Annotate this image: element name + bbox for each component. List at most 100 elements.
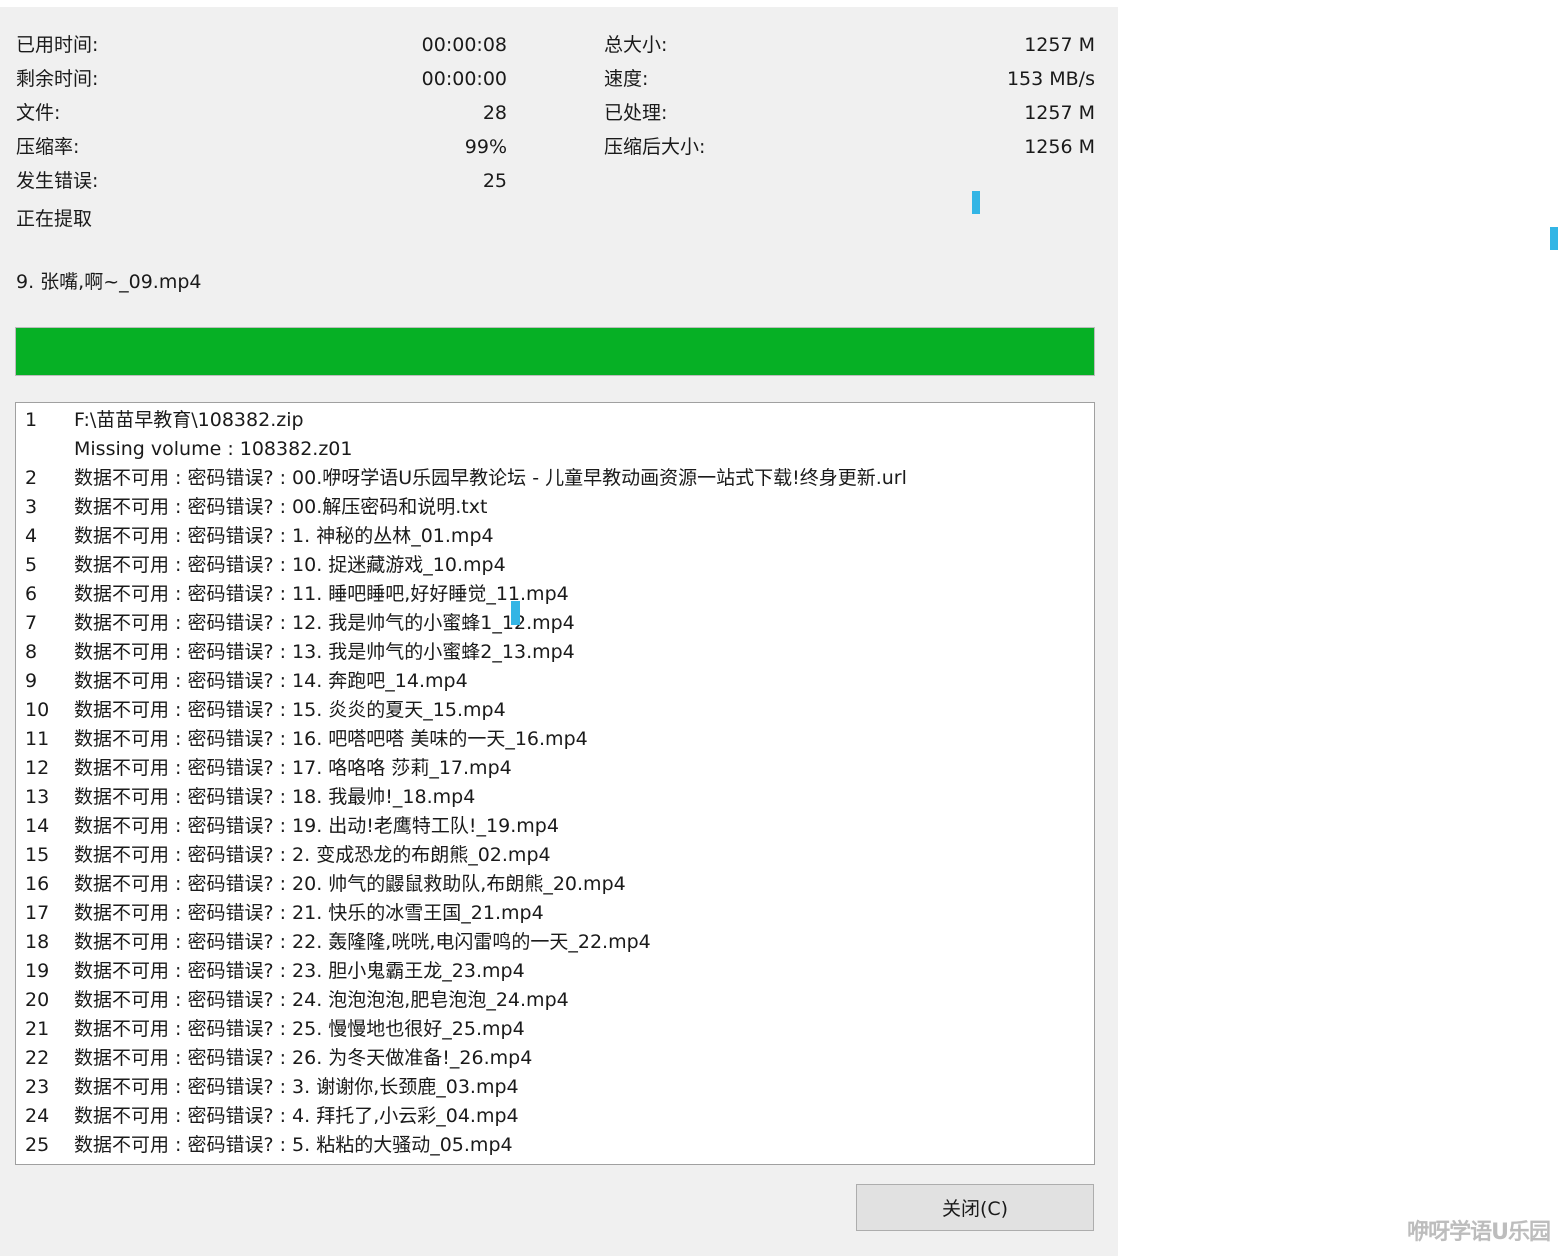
log-row-message: 数据不可用 : 密码错误? : 1. 神秘的丛林_01.mp4 xyxy=(74,525,494,547)
files-label: 文件: xyxy=(16,102,61,124)
log-row-message: 数据不可用 : 密码错误? : 4. 拜托了,小云彩_04.mp4 xyxy=(74,1105,519,1127)
log-row-message: 数据不可用 : 密码错误? : 25. 慢慢地也很好_25.mp4 xyxy=(74,1018,525,1040)
log-row: 18 数据不可用 : 密码错误? : 22. 轰隆隆,咣咣,电闪雷鸣的一天_22.… xyxy=(16,928,1094,957)
log-row-number: 24 xyxy=(25,1105,50,1127)
log-row: Missing volume : 108382.z01 xyxy=(16,435,1094,464)
text-caret-marker xyxy=(511,601,520,625)
log-row-message: 数据不可用 : 密码错误? : 20. 帅气的鼹鼠救助队,布朗熊_20.mp4 xyxy=(74,873,626,895)
log-row-number: 25 xyxy=(25,1134,50,1156)
log-row-message: 数据不可用 : 密码错误? : 15. 炎炎的夏天_15.mp4 xyxy=(74,699,506,721)
log-row-message: 数据不可用 : 密码错误? : 14. 奔跑吧_14.mp4 xyxy=(74,670,468,692)
log-row-number: 13 xyxy=(25,786,50,808)
operation-status: 正在提取 xyxy=(16,208,93,230)
error-log-list[interactable]: 1 F:\苗苗早教育\108382.zip Missing volume : 108… xyxy=(15,402,1095,1165)
log-row-number: 15 xyxy=(25,844,50,866)
log-row: 2 数据不可用 : 密码错误? : 00.咿呀学语U乐园早教论坛 - 儿童早教动画… xyxy=(16,464,1094,493)
log-row: 21 数据不可用 : 密码错误? : 25. 慢慢地也很好_25.mp4 xyxy=(16,1015,1094,1044)
log-row: 25 数据不可用 : 密码错误? : 5. 粘粘的大骚动_05.mp4 xyxy=(16,1131,1094,1160)
log-row-message: 数据不可用 : 密码错误? : 23. 胆小鬼霸王龙_23.mp4 xyxy=(74,960,525,982)
log-row: 22 数据不可用 : 密码错误? : 26. 为冬天做准备!_26.mp4 xyxy=(16,1044,1094,1073)
log-rows: 1 F:\苗苗早教育\108382.zip Missing volume : 108… xyxy=(16,406,1094,1160)
log-row: 11 数据不可用 : 密码错误? : 16. 吧嗒吧嗒 美味的一天_16.mp4 xyxy=(16,725,1094,754)
log-row: 1 F:\苗苗早教育\108382.zip xyxy=(16,406,1094,435)
log-row-number: 21 xyxy=(25,1018,50,1040)
log-row-message: 数据不可用 : 密码错误? : 5. 粘粘的大骚动_05.mp4 xyxy=(74,1134,513,1156)
log-row-message: 数据不可用 : 密码错误? : 26. 为冬天做准备!_26.mp4 xyxy=(74,1047,533,1069)
log-row: 9 数据不可用 : 密码错误? : 14. 奔跑吧_14.mp4 xyxy=(16,667,1094,696)
log-row-message: 数据不可用 : 密码错误? : 24. 泡泡泡泡,肥皂泡泡_24.mp4 xyxy=(74,989,569,1011)
packed-size-label: 压缩后大小: xyxy=(604,136,706,158)
errors-value: 25 xyxy=(482,170,507,192)
log-row-number: 20 xyxy=(25,989,50,1011)
compression-ratio-label: 压缩率: xyxy=(16,136,80,158)
packed-size-value: 1256 M xyxy=(1024,136,1095,158)
speed-value: 153 MB/s xyxy=(1006,68,1095,90)
log-row-message: F:\苗苗早教育\108382.zip xyxy=(74,409,304,431)
log-row-message: 数据不可用 : 密码错误? : 00.咿呀学语U乐园早教论坛 - 儿童早教动画资… xyxy=(74,467,907,489)
log-row-number: 7 xyxy=(25,612,38,634)
log-row: 16 数据不可用 : 密码错误? : 20. 帅气的鼹鼠救助队,布朗熊_20.mp… xyxy=(16,870,1094,899)
log-row-message: 数据不可用 : 密码错误? : 21. 快乐的冰雪王国_21.mp4 xyxy=(74,902,544,924)
watermark-logo: 咿呀学语U乐园 xyxy=(1407,1220,1551,1245)
processed-value: 1257 M xyxy=(1024,102,1095,124)
log-row-number: 6 xyxy=(25,583,38,605)
log-row-message: 数据不可用 : 密码错误? : 10. 捉迷藏游戏_10.mp4 xyxy=(74,554,506,576)
log-row-number: 23 xyxy=(25,1076,50,1098)
log-row: 23 数据不可用 : 密码错误? : 3. 谢谢你,长颈鹿_03.mp4 xyxy=(16,1073,1094,1102)
log-row-number: 9 xyxy=(25,670,38,692)
log-row-number: 22 xyxy=(25,1047,50,1069)
log-row-message: Missing volume : 108382.z01 xyxy=(74,438,353,460)
log-row-number: 2 xyxy=(25,467,38,489)
log-row: 19 数据不可用 : 密码错误? : 23. 胆小鬼霸王龙_23.mp4 xyxy=(16,957,1094,986)
total-size-value: 1257 M xyxy=(1024,34,1095,56)
log-row-number: 3 xyxy=(25,496,38,518)
remaining-time-value: 00:00:00 xyxy=(421,68,507,90)
log-row: 20 数据不可用 : 密码错误? : 24. 泡泡泡泡,肥皂泡泡_24.mp4 xyxy=(16,986,1094,1015)
current-file-name: 9. 张嘴,啊~_09.mp4 xyxy=(16,271,202,293)
log-row: 6 数据不可用 : 密码错误? : 11. 睡吧睡吧,好好睡觉_11.mp4 xyxy=(16,580,1094,609)
log-row-number: 10 xyxy=(25,699,50,721)
log-row-number: 5 xyxy=(25,554,38,576)
log-row-number: 14 xyxy=(25,815,50,837)
log-row-message: 数据不可用 : 密码错误? : 18. 我最帅!_18.mp4 xyxy=(74,786,476,808)
processed-label: 已处理: xyxy=(604,102,668,124)
log-row-number: 16 xyxy=(25,873,50,895)
log-row-number: 17 xyxy=(25,902,50,924)
text-caret-marker xyxy=(972,191,980,214)
log-row-message: 数据不可用 : 密码错误? : 3. 谢谢你,长颈鹿_03.mp4 xyxy=(74,1076,519,1098)
log-row-message: 数据不可用 : 密码错误? : 00.解压密码和说明.txt xyxy=(74,496,488,518)
elapsed-time-label: 已用时间: xyxy=(16,34,99,56)
edge-caret-marker xyxy=(1550,227,1558,250)
log-row-number: 1 xyxy=(25,409,38,431)
log-row-message: 数据不可用 : 密码错误? : 17. 咯咯咯 莎莉_17.mp4 xyxy=(74,757,512,779)
log-row-number: 12 xyxy=(25,757,50,779)
log-row: 5 数据不可用 : 密码错误? : 10. 捉迷藏游戏_10.mp4 xyxy=(16,551,1094,580)
compression-ratio-value: 99% xyxy=(464,136,507,158)
log-row-number: 8 xyxy=(25,641,38,663)
progress-bar-fill xyxy=(16,328,1094,375)
log-row-message: 数据不可用 : 密码错误? : 12. 我是帅气的小蜜蜂1_12.mp4 xyxy=(74,612,575,634)
log-row: 24 数据不可用 : 密码错误? : 4. 拜托了,小云彩_04.mp4 xyxy=(16,1102,1094,1131)
log-row: 14 数据不可用 : 密码错误? : 19. 出动!老鹰特工队!_19.mp4 xyxy=(16,812,1094,841)
log-row: 15 数据不可用 : 密码错误? : 2. 变成恐龙的布朗熊_02.mp4 xyxy=(16,841,1094,870)
log-row: 13 数据不可用 : 密码错误? : 18. 我最帅!_18.mp4 xyxy=(16,783,1094,812)
log-row: 7 数据不可用 : 密码错误? : 12. 我是帅气的小蜜蜂1_12.mp4 xyxy=(16,609,1094,638)
log-row: 8 数据不可用 : 密码错误? : 13. 我是帅气的小蜜蜂2_13.mp4 xyxy=(16,638,1094,667)
log-row: 10 数据不可用 : 密码错误? : 15. 炎炎的夏天_15.mp4 xyxy=(16,696,1094,725)
log-row-number: 4 xyxy=(25,525,38,547)
total-size-label: 总大小: xyxy=(604,34,668,56)
extraction-dialog: 已用时间: 00:00:08 剩余时间: 00:00:00 文件: 28 压缩率… xyxy=(0,7,1118,1256)
log-row: 4 数据不可用 : 密码错误? : 1. 神秘的丛林_01.mp4 xyxy=(16,522,1094,551)
log-row: 12 数据不可用 : 密码错误? : 17. 咯咯咯 莎莉_17.mp4 xyxy=(16,754,1094,783)
errors-label: 发生错误: xyxy=(16,170,99,192)
log-row-number: 19 xyxy=(25,960,50,982)
elapsed-time-value: 00:00:08 xyxy=(421,34,507,56)
progress-bar xyxy=(15,327,1095,376)
log-row-message: 数据不可用 : 密码错误? : 11. 睡吧睡吧,好好睡觉_11.mp4 xyxy=(74,583,569,605)
log-row-number: 18 xyxy=(25,931,50,953)
log-row: 3 数据不可用 : 密码错误? : 00.解压密码和说明.txt xyxy=(16,493,1094,522)
log-row-message: 数据不可用 : 密码错误? : 22. 轰隆隆,咣咣,电闪雷鸣的一天_22.mp… xyxy=(74,931,651,953)
log-row-message: 数据不可用 : 密码错误? : 16. 吧嗒吧嗒 美味的一天_16.mp4 xyxy=(74,728,588,750)
close-button[interactable]: 关闭(C) xyxy=(856,1184,1094,1231)
speed-label: 速度: xyxy=(604,68,649,90)
